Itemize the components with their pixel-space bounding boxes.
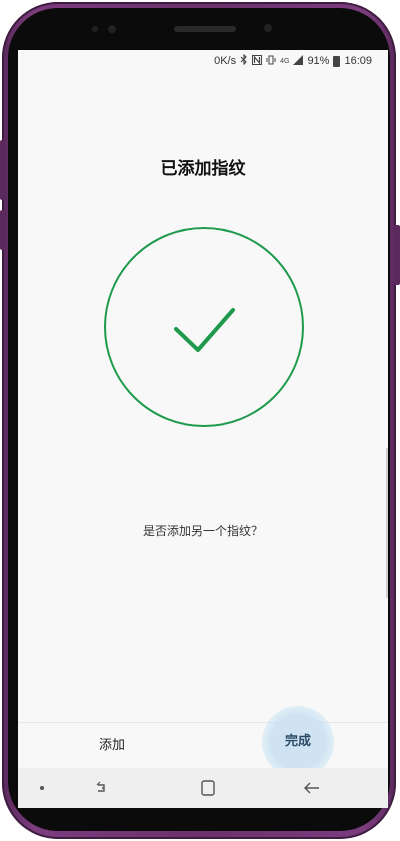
earpiece-speaker [174, 26, 236, 32]
battery-icon [333, 55, 341, 67]
bixby-button [0, 140, 6, 200]
recents-icon[interactable] [92, 778, 116, 798]
volume-button [0, 210, 6, 250]
dot-icon[interactable] [36, 778, 60, 798]
done-button[interactable]: 完成 [270, 714, 326, 770]
signal-label: 4G [280, 57, 290, 65]
navigation-bar [18, 768, 388, 808]
add-another-prompt: 是否添加另一个指纹？ [142, 524, 263, 538]
screen: 0K/s 4G 91% 16:09 已添加指纹 是否添加另一个指纹？ 添加 完成 [18, 50, 388, 808]
status-indicators: 0K/s 4G 91% 16:09 [214, 53, 372, 68]
phone-bezel: 0K/s 4G 91% 16:09 已添加指纹 是否添加另一个指纹？ 添加 完成 [8, 8, 390, 831]
vibrate-icon [266, 55, 276, 68]
battery-percent: 91% [307, 55, 330, 67]
phone-device: 0K/s 4G 91% 16:09 已添加指纹 是否添加另一个指纹？ 添加 完成 [0, 0, 400, 841]
back-icon[interactable] [300, 778, 324, 798]
checkmark-icon [103, 226, 305, 428]
clock-time: 16:09 [344, 55, 372, 67]
page-title: 已添加指纹 [160, 159, 246, 179]
power-button [394, 225, 400, 285]
network-speed: 0K/s [214, 55, 237, 67]
scrollbar [386, 448, 388, 598]
proximity-sensor [92, 26, 98, 32]
bottom-divider [18, 722, 388, 723]
iris-sensor [108, 25, 116, 33]
bluetooth-icon [240, 53, 248, 68]
home-icon[interactable] [196, 778, 220, 798]
add-button[interactable]: 添加 [84, 734, 140, 758]
nfc-icon [252, 54, 263, 68]
front-camera [264, 24, 272, 32]
status-bar: 0K/s 4G 91% 16:09 [18, 50, 388, 72]
signal-icon [293, 54, 304, 68]
